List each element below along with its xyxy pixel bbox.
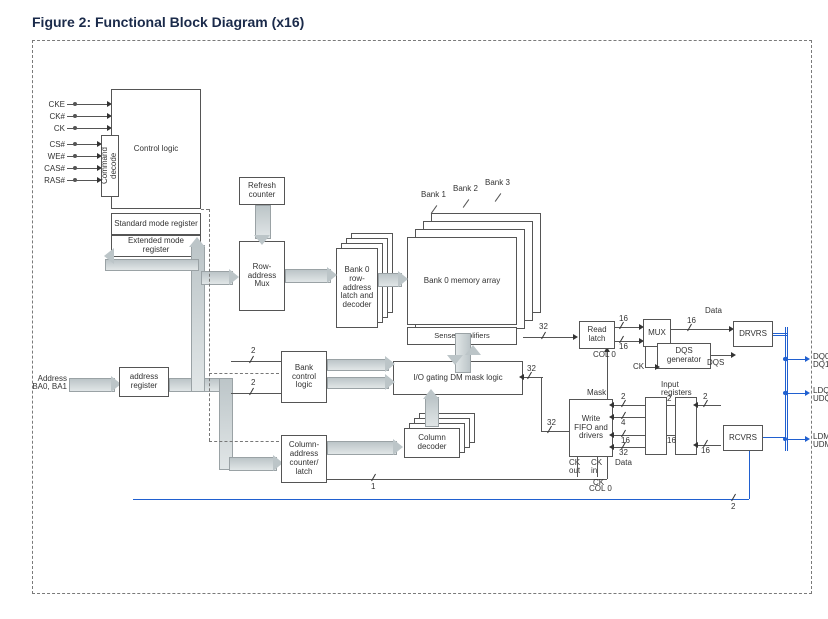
address-register-block: address register	[119, 367, 169, 397]
bus-width-32d: 32	[619, 449, 628, 457]
pin-cke: CKE	[31, 101, 65, 109]
bus-width-2c: 2	[621, 393, 625, 401]
bus-width-1: 1	[371, 483, 375, 491]
bus-width-32c: 32	[547, 419, 556, 427]
bus-width-16a: 16	[619, 315, 628, 323]
bus-width-2e: 2	[703, 393, 707, 401]
bus-width-4: 4	[621, 419, 625, 427]
bank2-label: Bank 2	[453, 185, 478, 193]
bus-width-16b: 16	[619, 343, 628, 351]
ext-mode-register: Extended mode register	[111, 235, 201, 257]
input-register-a	[645, 397, 667, 455]
figure-title: Figure 2: Functional Block Diagram (x16)	[32, 14, 818, 30]
output-dq: DQ0- DQ15	[813, 353, 828, 370]
bus-width-2d: 2	[667, 395, 671, 403]
bus-width-2b: 2	[251, 379, 255, 387]
drivers-block: DRVRS	[733, 321, 773, 347]
memory-array-block: Bank 0 memory array	[407, 237, 517, 325]
input-registers-label: Input registers	[661, 381, 692, 398]
ck-out-label: CK out	[569, 459, 580, 476]
dqs-label: DQS	[707, 359, 724, 367]
address-input-label: Address BA0, BA1	[15, 375, 67, 392]
row-addr-latch-block: Bank 0 row- address latch and decoder	[336, 248, 378, 328]
row-address-mux-block: Row- address Mux	[239, 241, 285, 311]
col0-label-top: COL 0	[593, 351, 616, 359]
dqs-generator-block: DQS generator	[657, 343, 711, 369]
column-address-latch-block: Column- address counter/ latch	[281, 435, 327, 483]
block-diagram: CKE CK# CK CS# WE# CAS# RAS# Control log…	[32, 40, 812, 594]
pin-ck: CK	[31, 125, 65, 133]
bus-width-2f: 2	[731, 503, 735, 511]
command-decode-block: Command decode	[101, 135, 119, 197]
std-mode-register: Standard mode register	[111, 213, 201, 235]
receivers-block: RCVRS	[723, 425, 763, 451]
bus-width-16c: 16	[687, 317, 696, 325]
bus-width-32a: 32	[539, 323, 548, 331]
pin-casn: CAS#	[31, 165, 65, 173]
mask-label: Mask	[587, 389, 606, 397]
control-logic-label: Control logic	[134, 145, 178, 154]
control-logic-block: Control logic	[111, 89, 201, 209]
bus-width-16f: 16	[701, 447, 710, 455]
output-dm: LDM, UDM	[813, 433, 828, 450]
bank1-label: Bank 1	[421, 191, 446, 199]
refresh-counter-block: Refresh counter	[239, 177, 285, 205]
bank3-label: Bank 3	[485, 179, 510, 187]
column-decoder-block: Column decoder	[404, 428, 460, 458]
pin-wen: WE#	[31, 153, 65, 161]
write-fifo-block: Write FIFO and drivers	[569, 399, 613, 457]
pin-csn: CS#	[31, 141, 65, 149]
ck-dqs-label: CK	[633, 363, 644, 371]
bus-width-32b: 32	[527, 365, 536, 373]
output-dqs: LDQS, UDQS	[813, 387, 828, 404]
pin-rasn: RAS#	[31, 177, 65, 185]
data-label: Data	[705, 307, 722, 315]
bank-control-logic-block: Bank control logic	[281, 351, 327, 403]
command-decode-label: Command decode	[101, 138, 119, 194]
pin-ckn: CK#	[31, 113, 65, 121]
read-latch-block: Read latch	[579, 321, 615, 349]
ck-label: CK	[593, 479, 604, 487]
ck-data-label: Data	[615, 459, 632, 467]
bus-width-16e: 16	[667, 437, 676, 445]
bus-width-2a: 2	[251, 347, 255, 355]
